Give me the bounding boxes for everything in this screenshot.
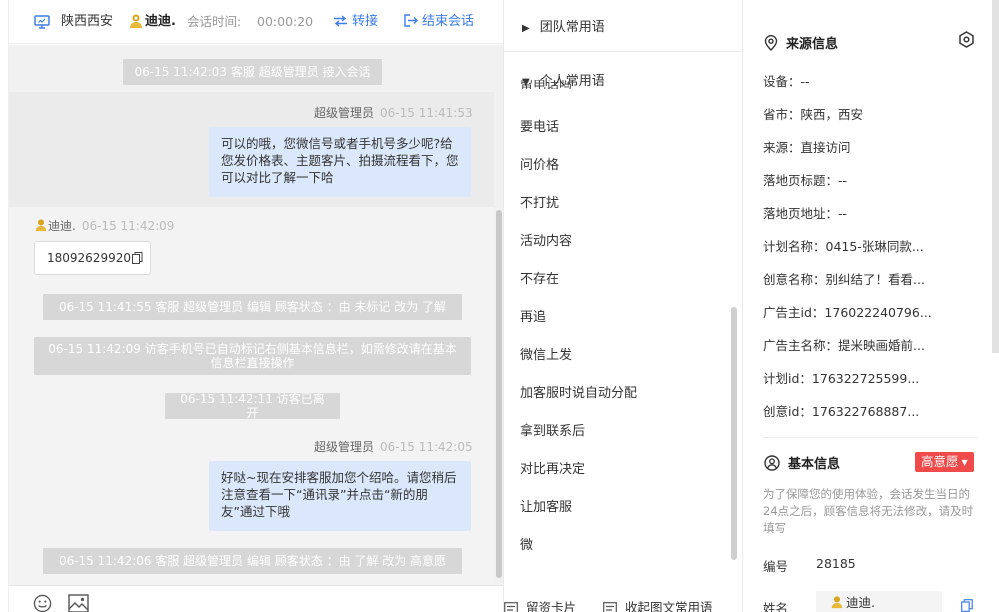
caret-right-icon: ▶ — [522, 23, 530, 34]
section-label: 基本信息 — [788, 457, 841, 472]
message-meta: 迪迪. 06-15 11:42:09 — [34, 217, 174, 234]
system-message: 06-15 11:42:11 访客已离开 — [165, 392, 340, 420]
agent-message-bubble: 好哒~现在安排客服加您个绍哈。请您稍后注意查看一下“通讯录”并点击“新的朋友”通… — [209, 461, 471, 531]
collapse-phrases-button[interactable]: 收起图文常用语 — [603, 597, 713, 612]
session-time-label: 会话时间: — [187, 14, 242, 29]
user-circle-icon — [764, 455, 780, 471]
chat-panel: 陕西西安 迪迪. 会话时间: 00:00:20 转接 结束会话 06-15 11… — [0, 0, 503, 612]
avatar-icon — [35, 219, 47, 232]
card-icon — [603, 602, 617, 612]
divider — [504, 51, 742, 52]
avatar-icon — [130, 14, 142, 28]
visitor-phone: 18092629920 — [47, 251, 131, 265]
location-pin-icon — [764, 35, 778, 51]
phrase-item[interactable]: 不打扰 — [520, 192, 559, 211]
message-meta: 超级管理员 06-15 11:41:53 — [314, 104, 473, 121]
phrases-scrollbar[interactable] — [731, 307, 737, 560]
collapse-phrases-label: 收起图文常用语 — [625, 600, 713, 612]
info-landing-title: 落地页标题：-- — [763, 173, 848, 188]
message-time: 06-15 11:42:09 — [81, 219, 175, 233]
section-label: 来源信息 — [786, 37, 839, 52]
message-meta: 超级管理员 06-15 11:42:05 — [314, 438, 473, 455]
system-message: 06-15 11:41:55 客服 超级管理员 编辑 顾客状态 ：由 未标记 改… — [43, 294, 462, 320]
edit-notice: 为了保障您的使用体验，会话发生当日的24点之后，顾客信息将无法修改，请及时填写 — [763, 487, 974, 535]
info-plan-id: 计划id：176322725599... — [763, 371, 920, 386]
phrase-item[interactable]: 让加客服 — [520, 496, 572, 515]
emoji-icon[interactable] — [33, 594, 52, 612]
info-creative-id: 创意id：176322768887... — [763, 404, 920, 419]
info-number-value: 28185 — [816, 556, 856, 571]
name-value: 迪迪. — [846, 595, 875, 610]
agent-message-bubble: 可以的哦，您微信号或者手机号多少呢?给您发价格表、主题客片、拍摄流程看下，您可以… — [209, 127, 471, 197]
info-creative-name: 创意名称：别纠结了！看看... — [763, 272, 925, 287]
info-scrollbar[interactable] — [992, 0, 999, 353]
copy-icon[interactable] — [961, 599, 973, 612]
chat-scrollbar[interactable] — [496, 210, 502, 578]
end-session-icon — [404, 14, 418, 27]
transfer-icon — [334, 15, 347, 27]
system-message: 06-15 11:42:06 客服 超级管理员 编辑 顾客状态 ：由 了解 改为… — [43, 548, 462, 574]
image-icon[interactable] — [68, 594, 89, 612]
phrase-item[interactable]: 加客服时说自动分配 — [520, 382, 637, 401]
message-time: 06-15 11:41:53 — [380, 106, 473, 120]
transfer-label: 转接 — [352, 14, 379, 29]
left-edge — [0, 0, 9, 612]
visitor-message-bubble[interactable]: 18092629920 — [34, 241, 151, 275]
monitor-icon — [34, 15, 50, 29]
phrase-item[interactable]: 拿到联系后 — [520, 420, 585, 439]
sender-name: 超级管理员 — [314, 106, 375, 120]
phrase-item[interactable]: 再追 — [520, 306, 546, 325]
info-advertiser-name: 广告主名称：提米映画婚前... — [763, 338, 925, 353]
caret-down-icon: ▼ — [961, 458, 968, 467]
phrase-item[interactable]: 活动内容 — [520, 230, 572, 249]
phrase-item[interactable]: 不存在 — [520, 268, 559, 287]
group-label: 团队常用语 — [539, 20, 605, 35]
phrase-item[interactable]: 问价格 — [520, 154, 559, 173]
phrase-item-clipped[interactable]: 留电话吗 — [520, 80, 640, 89]
sender-name: 迪迪. — [48, 219, 76, 233]
source-info-title: 来源信息 — [764, 33, 838, 52]
system-message: 06-15 11:42:09 访客手机号已自动标记右侧基本信息栏，如需修改请在基… — [34, 337, 471, 375]
phrases-footer: 留资卡片 收起图文常用语 — [504, 585, 742, 612]
session-time: 00:00:20 — [257, 14, 314, 29]
lead-card-label: 留资卡片 — [526, 600, 577, 612]
end-session-label: 结束会话 — [422, 14, 475, 29]
info-advertiser-id: 广告主id：176022240796... — [763, 305, 932, 320]
info-source: 来源：直接访问 — [763, 140, 851, 155]
end-session-button[interactable]: 结束会话 — [404, 12, 474, 32]
info-plan-name: 计划名称：0415-张琳同款... — [763, 239, 924, 254]
copy-icon[interactable] — [131, 252, 143, 264]
chat-header: 陕西西安 迪迪. 会话时间: 00:00:20 转接 结束会话 — [0, 0, 503, 44]
intent-label: 高意愿 — [921, 454, 959, 469]
lead-card-button[interactable]: 留资卡片 — [504, 597, 576, 612]
phrase-item[interactable]: 对比再决定 — [520, 458, 585, 477]
info-device: 设备：-- — [763, 74, 810, 89]
settings-icon[interactable] — [958, 31, 975, 48]
info-province: 省市：陕西，西安 — [763, 107, 864, 122]
divider — [763, 437, 978, 438]
sender-name: 超级管理员 — [314, 440, 375, 454]
info-name-label: 姓名 — [763, 601, 789, 612]
info-landing-url: 落地页地址：-- — [763, 206, 848, 221]
name-field[interactable]: 迪迪. — [816, 591, 942, 612]
phrase-item-label: 留电话吗 — [520, 80, 573, 89]
message-time: 06-15 11:42:05 — [380, 440, 473, 454]
info-number-label: 编号 — [763, 559, 789, 574]
transfer-button[interactable]: 转接 — [333, 12, 378, 32]
group-team-phrases[interactable]: ▶ 团队常用语 — [522, 16, 605, 35]
phrase-item[interactable]: 微信上发 — [520, 344, 572, 363]
card-icon — [504, 602, 518, 612]
basic-info-title: 基本信息 — [764, 453, 840, 472]
phrase-item[interactable]: 要电话 — [520, 116, 559, 135]
phrase-item[interactable]: 微 — [520, 534, 533, 553]
customer-info-panel: 来源信息 设备：-- 省市：陕西，西安 来源：直接访问 落地页标题：-- 落地页… — [743, 0, 999, 612]
avatar-icon — [831, 596, 843, 609]
message-list[interactable]: 06-15 11:42:03 客服 超级管理员 接入会话 超级管理员 06-15 … — [0, 45, 503, 585]
system-message: 06-15 11:42:03 客服 超级管理员 接入会话 — [123, 59, 382, 85]
quick-phrases-panel: ▶ 团队常用语 ▼ 个人常用语 留电话吗 要电话 问价格 不打扰 活动内容 不存在 … — [503, 0, 743, 612]
customer-name: 迪迪. — [145, 14, 176, 29]
chat-input-toolbar — [0, 585, 503, 612]
visitor-location: 陕西西安 — [61, 14, 114, 29]
intent-status-badge[interactable]: 高意愿 ▼ — [915, 452, 974, 472]
